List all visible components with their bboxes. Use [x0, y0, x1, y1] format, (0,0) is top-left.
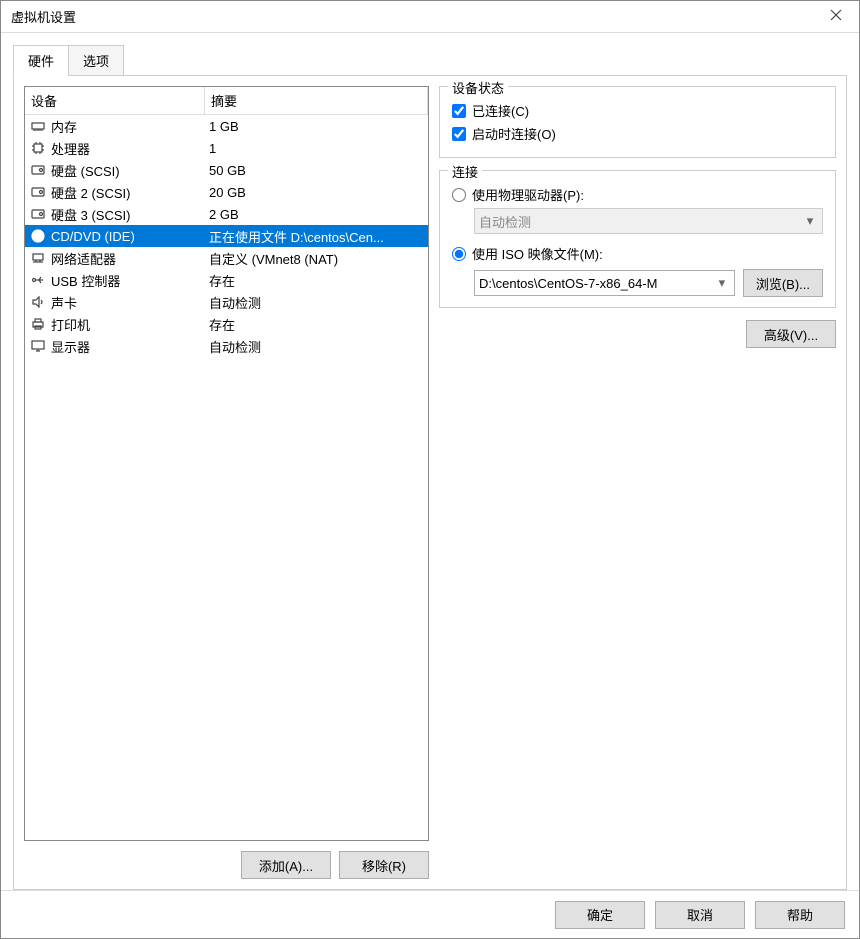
hardware-list: 设备 摘要 内存1 GB处理器1硬盘 (SCSI)50 GB硬盘 2 (SCSI…: [24, 86, 429, 841]
connected-checkbox[interactable]: [452, 104, 466, 118]
device-summary: 自动检测: [209, 337, 424, 356]
network-icon: [29, 250, 47, 266]
dialog-footer: 确定 取消 帮助: [1, 890, 859, 938]
ok-button[interactable]: 确定: [555, 901, 645, 929]
device-summary: 50 GB: [209, 163, 424, 178]
tab-hardware[interactable]: 硬件: [13, 45, 69, 76]
connection-group: 连接 使用物理驱动器(P): 自动检测 ▾ 使用 ISO 映像文件(M):: [439, 170, 836, 308]
close-button[interactable]: [813, 1, 859, 33]
device-name: 打印机: [51, 315, 209, 334]
device-summary: 存在: [209, 271, 424, 290]
printer-icon: [29, 316, 47, 332]
device-name: 硬盘 2 (SCSI): [51, 183, 209, 202]
column-device[interactable]: 设备: [25, 87, 205, 114]
use-physical-row[interactable]: 使用物理驱动器(P):: [452, 185, 823, 204]
titlebar: 虚拟机设置: [1, 1, 859, 33]
tab-body: 设备 摘要 内存1 GB处理器1硬盘 (SCSI)50 GB硬盘 2 (SCSI…: [13, 75, 847, 890]
hardware-list-header: 设备 摘要: [25, 87, 428, 115]
hardware-row[interactable]: 声卡自动检测: [25, 291, 428, 313]
connection-title: 连接: [448, 162, 482, 181]
help-button[interactable]: 帮助: [755, 901, 845, 929]
hardware-row[interactable]: 网络适配器自定义 (VMnet8 (NAT): [25, 247, 428, 269]
connected-label: 已连接(C): [472, 101, 529, 120]
device-name: 内存: [51, 117, 209, 136]
advanced-row: 高级(V)...: [439, 320, 836, 348]
device-name: USB 控制器: [51, 271, 209, 290]
hardware-row[interactable]: 硬盘 3 (SCSI)2 GB: [25, 203, 428, 225]
use-iso-label: 使用 ISO 映像文件(M):: [472, 244, 603, 263]
memory-icon: [29, 118, 47, 134]
iso-path-value: D:\centos\CentOS-7-x86_64-M: [479, 276, 714, 291]
cancel-button[interactable]: 取消: [655, 901, 745, 929]
hardware-row[interactable]: CD/DVD (IDE)正在使用文件 D:\centos\Cen...: [25, 225, 428, 247]
vm-settings-window: 虚拟机设置 硬件 选项 设备 摘要 内存1 GB处理器1硬盘 (SCSI)50 …: [0, 0, 860, 939]
hardware-row[interactable]: 硬盘 2 (SCSI)20 GB: [25, 181, 428, 203]
device-summary: 正在使用文件 D:\centos\Cen...: [209, 227, 424, 246]
cd-icon: [29, 228, 47, 244]
hardware-rows: 内存1 GB处理器1硬盘 (SCSI)50 GB硬盘 2 (SCSI)20 GB…: [25, 115, 428, 357]
use-physical-radio[interactable]: [452, 188, 466, 202]
content-area: 硬件 选项 设备 摘要 内存1 GB处理器1硬盘 (SCSI)50 GB硬盘 2…: [1, 33, 859, 890]
window-title: 虚拟机设置: [11, 7, 813, 26]
hardware-row[interactable]: 显示器自动检测: [25, 335, 428, 357]
device-summary: 2 GB: [209, 207, 424, 222]
connect-at-poweron-checkbox[interactable]: [452, 127, 466, 141]
use-physical-label: 使用物理驱动器(P):: [472, 185, 584, 204]
hardware-row[interactable]: USB 控制器存在: [25, 269, 428, 291]
device-name: 硬盘 (SCSI): [51, 161, 209, 180]
physical-drive-combo-row: 自动检测 ▾: [474, 208, 823, 234]
device-name: 显示器: [51, 337, 209, 356]
physical-drive-value: 自动检测: [479, 212, 802, 231]
device-status-group: 设备状态 已连接(C) 启动时连接(O): [439, 86, 836, 158]
disk-icon: [29, 184, 47, 200]
device-summary: 自动检测: [209, 293, 424, 312]
close-icon: [830, 9, 842, 24]
use-iso-radio[interactable]: [452, 247, 466, 261]
chevron-down-icon: ▾: [802, 213, 818, 229]
cpu-icon: [29, 140, 47, 156]
device-summary: 存在: [209, 315, 424, 334]
hardware-row[interactable]: 打印机存在: [25, 313, 428, 335]
hardware-pane: 设备 摘要 内存1 GB处理器1硬盘 (SCSI)50 GB硬盘 2 (SCSI…: [24, 86, 429, 879]
chevron-down-icon[interactable]: ▾: [714, 275, 730, 291]
connect-at-poweron-label: 启动时连接(O): [472, 124, 556, 143]
device-summary: 自定义 (VMnet8 (NAT): [209, 249, 424, 268]
remove-button[interactable]: 移除(R): [339, 851, 429, 879]
device-summary: 1 GB: [209, 119, 424, 134]
display-icon: [29, 338, 47, 354]
device-name: 网络适配器: [51, 249, 209, 268]
hardware-buttons: 添加(A)... 移除(R): [24, 851, 429, 879]
connected-checkbox-row[interactable]: 已连接(C): [452, 101, 823, 120]
disk-icon: [29, 162, 47, 178]
disk-icon: [29, 206, 47, 222]
tab-bar: 硬件 选项: [13, 45, 847, 76]
connect-at-poweron-row[interactable]: 启动时连接(O): [452, 124, 823, 143]
device-name: CD/DVD (IDE): [51, 229, 209, 244]
iso-path-combo[interactable]: D:\centos\CentOS-7-x86_64-M ▾: [474, 270, 735, 296]
device-name: 声卡: [51, 293, 209, 312]
tab-options[interactable]: 选项: [68, 45, 124, 76]
sound-icon: [29, 294, 47, 310]
column-summary[interactable]: 摘要: [205, 87, 428, 114]
details-pane: 设备状态 已连接(C) 启动时连接(O) 连接 使用物理驱动器(P):: [439, 86, 836, 879]
device-summary: 1: [209, 141, 424, 156]
device-summary: 20 GB: [209, 185, 424, 200]
hardware-row[interactable]: 处理器1: [25, 137, 428, 159]
hardware-row[interactable]: 内存1 GB: [25, 115, 428, 137]
hardware-row[interactable]: 硬盘 (SCSI)50 GB: [25, 159, 428, 181]
physical-drive-combo: 自动检测 ▾: [474, 208, 823, 234]
device-name: 硬盘 3 (SCSI): [51, 205, 209, 224]
use-iso-row[interactable]: 使用 ISO 映像文件(M):: [452, 244, 823, 263]
device-status-title: 设备状态: [448, 78, 508, 97]
browse-button[interactable]: 浏览(B)...: [743, 269, 823, 297]
device-name: 处理器: [51, 139, 209, 158]
usb-icon: [29, 272, 47, 288]
add-button[interactable]: 添加(A)...: [241, 851, 331, 879]
advanced-button[interactable]: 高级(V)...: [746, 320, 836, 348]
iso-row: D:\centos\CentOS-7-x86_64-M ▾ 浏览(B)...: [474, 269, 823, 297]
